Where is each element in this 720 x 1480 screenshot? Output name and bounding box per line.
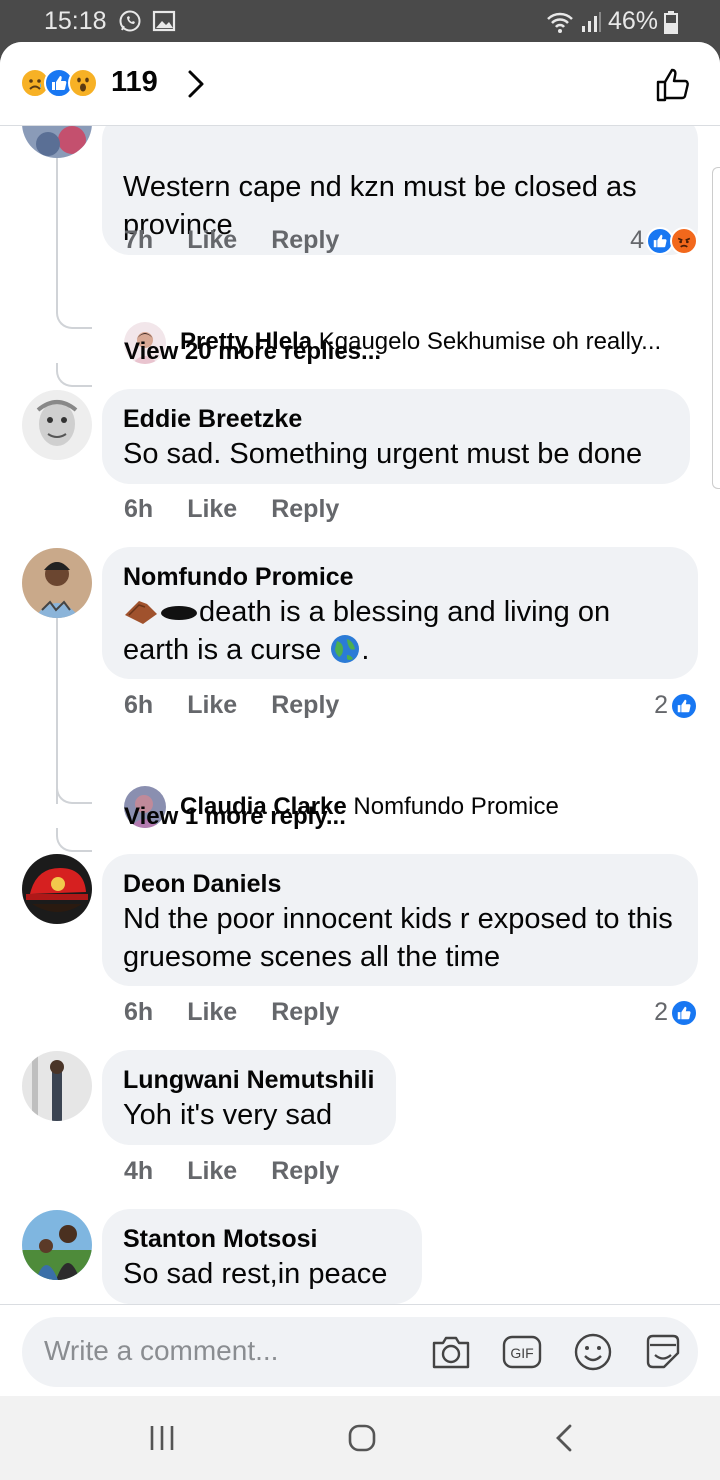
avatar[interactable] xyxy=(22,390,92,460)
comment-time[interactable]: 6h xyxy=(124,691,153,720)
comment-text: Nd the poor innocent kids r exposed to t… xyxy=(123,903,673,973)
reactions-header: 119 xyxy=(0,42,720,126)
comment-author[interactable]: Stanton Motsosi xyxy=(123,1223,402,1255)
gif-icon[interactable]: GIF xyxy=(501,1331,543,1373)
scrollbar[interactable] xyxy=(712,167,720,489)
comment-reactions[interactable]: 2 xyxy=(654,691,698,720)
comment-text-line: death is a blessing and living on xyxy=(199,596,611,628)
comment-input[interactable]: Write a comment... GIF xyxy=(22,1317,698,1387)
thread-elbow xyxy=(56,780,92,804)
thread-elbow xyxy=(56,305,92,329)
signal-icon xyxy=(581,11,601,32)
avatar[interactable] xyxy=(22,548,92,618)
home-icon[interactable] xyxy=(342,1418,382,1458)
comment-bubble[interactable]: Deon Daniels Nd the poor innocent kids r… xyxy=(102,854,698,986)
comment-text: So sad rest,in peace xyxy=(123,1258,388,1290)
comment-reactions[interactable]: 4 xyxy=(630,226,698,255)
comment-text: death is a blessing and living on earth … xyxy=(123,593,678,669)
battery-icon xyxy=(664,10,678,34)
comment-actions: 6h Like Reply xyxy=(124,691,339,720)
angry-reaction-icon xyxy=(670,226,698,255)
like-button[interactable]: Like xyxy=(187,226,237,255)
avatar[interactable] xyxy=(22,1210,92,1280)
comment-actions: 6h Like Reply xyxy=(124,495,339,524)
reply-button[interactable]: Reply xyxy=(271,495,339,524)
comment-time[interactable]: 6h xyxy=(124,495,153,524)
avatar[interactable] xyxy=(22,1051,92,1121)
sticker-icon[interactable] xyxy=(642,1331,684,1373)
comment-composer: Write a comment... GIF xyxy=(0,1304,720,1396)
comment-reactions[interactable]: 2 xyxy=(654,998,698,1027)
comment-text: So sad. Something urgent must be done xyxy=(123,438,643,470)
comment-actions: 4h Like Reply xyxy=(124,1157,339,1186)
status-bar: 15:18 46% xyxy=(0,0,720,44)
status-right: 46% xyxy=(546,7,678,36)
battery-percent: 46% xyxy=(607,7,658,35)
thread-elbow xyxy=(56,363,92,387)
comment-bubble[interactable]: Nomfundo Promice death is a blessing and… xyxy=(102,547,698,679)
like-button[interactable]: Like xyxy=(187,495,237,524)
reaction-summary[interactable] xyxy=(20,68,98,98)
reply-button[interactable]: Reply xyxy=(271,691,339,720)
recent-apps-icon[interactable] xyxy=(142,1418,182,1458)
reply-button[interactable]: Reply xyxy=(271,226,339,255)
camera-icon[interactable] xyxy=(430,1331,472,1373)
comment-bubble[interactable]: Eddie Breetzke So sad. Something urgent … xyxy=(102,389,690,484)
avatar[interactable] xyxy=(22,854,92,924)
thread-elbow xyxy=(56,828,92,852)
like-reaction-icon xyxy=(670,691,698,720)
comment-time[interactable]: 7h xyxy=(124,226,153,255)
coffin-emoji-icon xyxy=(125,601,157,624)
thread-line xyxy=(56,618,58,804)
comments-sheet: 119 Western cape nd kzn must be closed a… xyxy=(0,42,720,1396)
like-outline-icon[interactable] xyxy=(654,64,694,104)
reaction-count[interactable]: 119 xyxy=(111,66,158,99)
system-nav-bar xyxy=(0,1396,720,1480)
like-reaction-icon xyxy=(670,998,698,1027)
chevron-right-icon[interactable] xyxy=(180,68,212,100)
back-icon[interactable] xyxy=(545,1418,585,1458)
status-time: 15:18 xyxy=(44,7,107,35)
gallery-icon xyxy=(152,10,176,32)
like-button[interactable]: Like xyxy=(187,1157,237,1186)
whatsapp-icon xyxy=(119,10,141,32)
comment-author[interactable]: Lungwani Nemutshili xyxy=(123,1064,376,1096)
view-more-replies[interactable]: View 20 more replies... xyxy=(124,338,381,366)
comment-author[interactable]: Nomfundo Promice xyxy=(123,561,678,593)
comment-actions: 6h Like Reply xyxy=(124,998,339,1027)
reply-snippet: Nomfundo Promice xyxy=(353,793,559,820)
reply-button[interactable]: Reply xyxy=(271,998,339,1027)
comment-author[interactable]: Eddie Breetzke xyxy=(123,403,670,435)
wifi-icon xyxy=(547,12,573,33)
comment-text-line: earth is a curse xyxy=(123,634,322,666)
comment-actions: 7h Like Reply xyxy=(124,226,339,255)
globe-emoji-icon xyxy=(331,635,360,663)
reaction-number: 2 xyxy=(654,998,668,1026)
emoji-icon[interactable] xyxy=(572,1331,614,1373)
like-button[interactable]: Like xyxy=(187,691,237,720)
reply-button[interactable]: Reply xyxy=(271,1157,339,1186)
thread-line xyxy=(56,158,58,306)
comment-text: Yoh it's very sad xyxy=(123,1099,333,1131)
reaction-number: 4 xyxy=(630,226,644,254)
view-more-replies[interactable]: View 1 more reply... xyxy=(124,803,346,831)
comment-placeholder: Write a comment... xyxy=(44,1335,279,1366)
gif-label: GIF xyxy=(510,1345,533,1361)
comment-bubble[interactable]: Lungwani Nemutshili Yoh it's very sad xyxy=(102,1050,396,1145)
comment-bubble[interactable]: Stanton Motsosi So sad rest,in peace xyxy=(102,1209,422,1304)
reaction-number: 2 xyxy=(654,691,668,719)
hole-emoji-icon xyxy=(161,606,197,620)
comment-time[interactable]: 4h xyxy=(124,1157,153,1186)
comment-text-end: . xyxy=(361,634,370,666)
comment-author[interactable]: Deon Daniels xyxy=(123,868,678,900)
like-button[interactable]: Like xyxy=(187,998,237,1027)
comment-time[interactable]: 6h xyxy=(124,998,153,1027)
wow-reaction-icon xyxy=(68,68,98,98)
